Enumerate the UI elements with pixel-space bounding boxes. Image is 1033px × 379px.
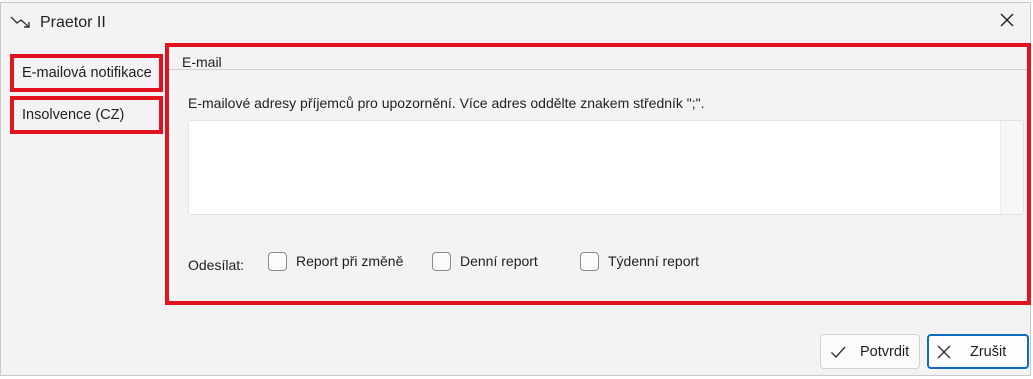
group-divider <box>169 69 1027 70</box>
cancel-label: Zrušit <box>970 343 1007 360</box>
checkbox-box[interactable] <box>432 251 451 271</box>
nav-item-label: E-mailová notifikace <box>22 65 152 81</box>
checkbox-label: Týdenní report <box>608 253 700 269</box>
settings-dialog: Praetor II E-mailová notifikace Insolven… <box>0 2 1031 376</box>
checkbox-label: Denní report <box>460 253 538 269</box>
window-title: Praetor II <box>40 14 106 31</box>
nav-item-email-notifications[interactable]: E-mailová notifikace <box>10 54 163 92</box>
recipients-description: E-mailové adresy příjemců pro upozornění… <box>188 95 705 111</box>
send-label: Odesílat: <box>188 257 245 273</box>
checkmark-icon <box>830 344 846 360</box>
trend-down-arrow-icon <box>10 14 32 30</box>
nav-item-insolvency-cz[interactable]: Insolvence (CZ) <box>10 96 163 134</box>
email-settings-panel: E-mail E-mailové adresy příjemců pro upo… <box>165 43 1031 305</box>
group-title: E-mail <box>182 54 222 70</box>
report-on-change-checkbox[interactable]: Report při změně <box>268 250 407 272</box>
textarea-scrollbar[interactable] <box>1000 121 1023 214</box>
confirm-button[interactable]: Potvrdit <box>820 334 920 369</box>
close-icon <box>999 12 1015 33</box>
weekly-report-checkbox[interactable]: Týdenní report <box>580 250 699 272</box>
window-close-button[interactable] <box>984 3 1030 41</box>
recipients-textarea[interactable] <box>188 120 1024 215</box>
checkbox-box[interactable] <box>580 251 599 271</box>
checkbox-label: Report při změně <box>296 253 404 269</box>
daily-report-checkbox[interactable]: Denní report <box>432 250 538 272</box>
nav-item-label: Insolvence (CZ) <box>22 107 125 123</box>
close-icon <box>936 344 952 360</box>
checkbox-box[interactable] <box>268 251 287 271</box>
confirm-label: Potvrdit <box>860 343 910 360</box>
title-bar: Praetor II <box>1 3 1030 41</box>
cancel-button[interactable]: Zrušit <box>927 334 1029 369</box>
